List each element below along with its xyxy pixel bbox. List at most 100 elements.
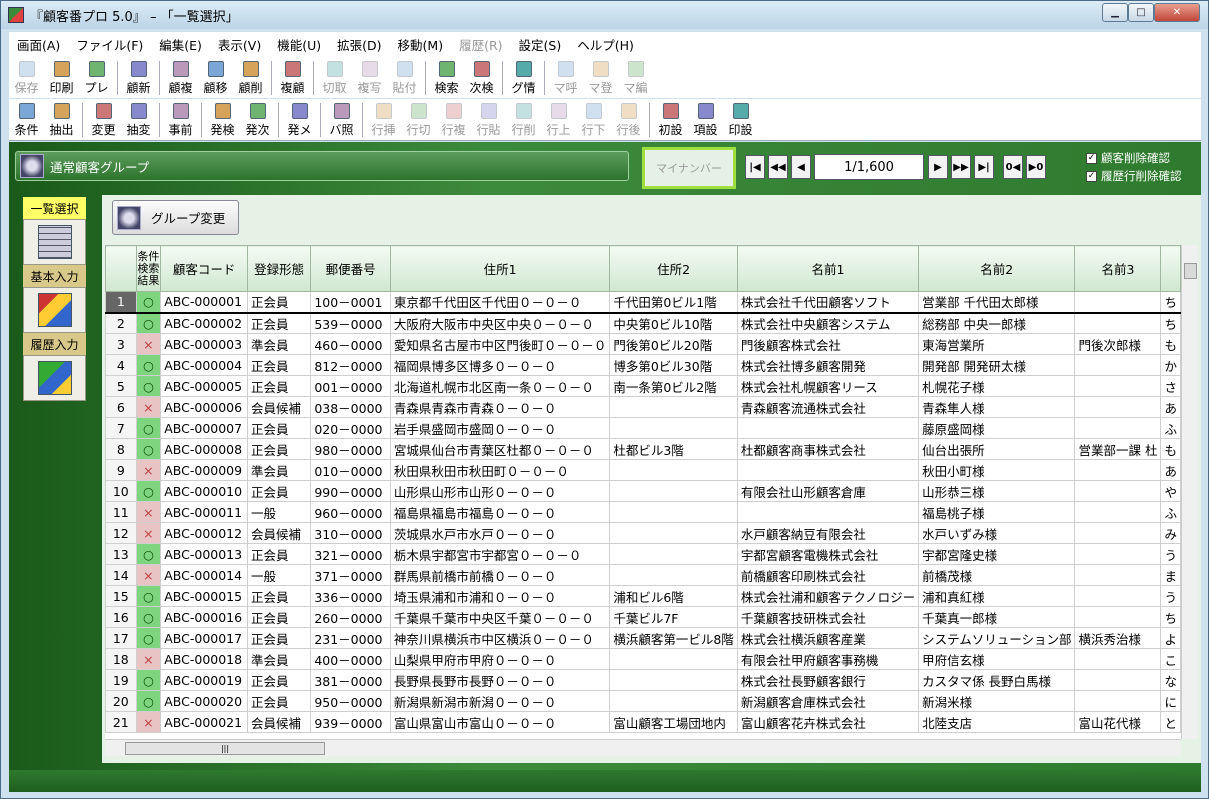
- jump-start-button[interactable]: 0◀: [1003, 155, 1023, 179]
- toolbar-button-toolbar1-16[interactable]: 検索: [429, 58, 464, 98]
- table-row[interactable]: 6 × ABC-000006 会員候補 038－0000 青森県青森市青森０－０－０ 青森顧…: [105, 396, 1181, 418]
- toolbar-button-toolbar2-11[interactable]: 発メ: [282, 100, 317, 140]
- basic-input-button[interactable]: [23, 287, 86, 333]
- toolbar-button-toolbar2-22[interactable]: 行後: [611, 100, 646, 140]
- menu-item-1[interactable]: ファイル(F): [68, 35, 151, 54]
- customer-delete-confirm-checkbox[interactable]: ✓ 顧客削除確認: [1086, 150, 1170, 166]
- column-header[interactable]: 条件 検索 結果: [135, 245, 162, 292]
- toolbar-button-toolbar1-10[interactable]: 複顧: [275, 58, 310, 98]
- toolbar-button-toolbar1-6[interactable]: 顧複: [163, 58, 198, 98]
- toolbar-button-toolbar2-24[interactable]: 初設: [653, 100, 688, 140]
- column-header[interactable]: 住所1: [389, 245, 611, 292]
- table-row[interactable]: 10 ○ ABC-000010 正会員 990－0000 山形県山形市山形０－０－０ 有限会…: [105, 480, 1181, 502]
- table-row[interactable]: 16 ○ ABC-000016 正会員 260－0000 千葉県千葉市中央区千葉０－０－０…: [105, 606, 1181, 628]
- menu-item-9[interactable]: ヘルプ(H): [569, 35, 642, 54]
- list-select-button[interactable]: [23, 219, 86, 265]
- table-row[interactable]: 2 ○ ABC-000002 正会員 539－0000 大阪府大阪市中央区中央０－０－０ 中…: [105, 312, 1181, 334]
- table-row[interactable]: 15 ○ ABC-000015 正会員 336－0000 埼玉県浦和市浦和０－０－０ 浦和ビ…: [105, 585, 1181, 607]
- toolbar-button-toolbar2-13[interactable]: バ照: [324, 100, 359, 140]
- column-header[interactable]: [105, 245, 137, 292]
- menu-item-0[interactable]: 画面(A): [9, 35, 68, 54]
- menu-item-8[interactable]: 設定(S): [511, 35, 570, 54]
- toolbar-button-toolbar1-12[interactable]: 切取: [317, 58, 352, 98]
- toolbar-button-toolbar1-1[interactable]: 印刷: [44, 58, 79, 98]
- table-row[interactable]: 11 × ABC-000011 一般 960－0000 福島県福島市福島０－０－０ 福島桃子…: [105, 501, 1181, 523]
- column-header[interactable]: 郵便番号: [310, 245, 391, 292]
- table-row[interactable]: 9 × ABC-000009 準会員 010－0000 秋田県秋田市秋田町０－０－０ 秋田小…: [105, 459, 1181, 481]
- menu-item-7[interactable]: 履歴(R): [451, 35, 510, 54]
- menu-item-2[interactable]: 編集(E): [151, 35, 210, 54]
- table-row[interactable]: 20 ○ ABC-000020 正会員 950－0000 新潟県新潟市新潟０－０－０ 新潟顧…: [105, 690, 1181, 712]
- toolbar-button-toolbar1-13[interactable]: 複写: [352, 58, 387, 98]
- column-header[interactable]: [1160, 245, 1181, 292]
- toolbar-button-toolbar2-1[interactable]: 抽出: [44, 100, 79, 140]
- menu-item-5[interactable]: 拡張(D): [329, 35, 389, 54]
- toolbar-button-toolbar2-26[interactable]: 印設: [723, 100, 758, 140]
- last-record-button[interactable]: ▶|: [974, 155, 994, 179]
- table-row[interactable]: 5 ○ ABC-000005 正会員 001－0000 北海道札幌市北区南一条０－０－０ 南…: [105, 375, 1181, 397]
- toolbar-button-toolbar2-8[interactable]: 発検: [205, 100, 240, 140]
- column-header[interactable]: 名前1: [736, 245, 920, 292]
- toolbar-button-toolbar2-9[interactable]: 発次: [240, 100, 275, 140]
- toolbar-button-toolbar1-23[interactable]: マ編: [618, 58, 653, 98]
- next-record-button[interactable]: ▶: [928, 155, 948, 179]
- toolbar-button-toolbar2-17[interactable]: 行複: [436, 100, 471, 140]
- table-row[interactable]: 12 × ABC-000012 会員候補 310－0000 茨城県水戸市水戸０－０－０ 水戸…: [105, 522, 1181, 544]
- toolbar-button-toolbar1-14[interactable]: 貼付: [387, 58, 422, 98]
- menu-item-6[interactable]: 移動(M): [390, 35, 452, 54]
- column-header[interactable]: 名前2: [918, 245, 1076, 292]
- toolbar-button-toolbar1-21[interactable]: マ呼: [548, 58, 583, 98]
- history-input-button[interactable]: [23, 355, 86, 401]
- toolbar-button-toolbar1-17[interactable]: 次検: [464, 58, 499, 98]
- maximize-button[interactable]: □: [1128, 3, 1154, 22]
- table-row[interactable]: 1 ○ ABC-000001 正会員 100－0001 東京都千代田区千代田０－０－０ 千代…: [105, 291, 1181, 314]
- toolbar-button-toolbar2-3[interactable]: 変更: [86, 100, 121, 140]
- table-row[interactable]: 19 ○ ABC-000019 正会員 381－0000 長野県長野市長野０－０－０ 株式会…: [105, 669, 1181, 691]
- group-change-button[interactable]: グループ変更: [112, 200, 239, 235]
- scroll-thumb[interactable]: |||: [125, 742, 325, 755]
- toolbar-button-toolbar1-19[interactable]: グ情: [506, 58, 541, 98]
- table-row[interactable]: 21 × ABC-000021 会員候補 939－0000 富山県富山市富山０－０－０ 富山…: [105, 711, 1181, 733]
- table-row[interactable]: 3 × ABC-000003 準会員 460－0000 愛知県名古屋市中区門後町０－０－０…: [105, 333, 1181, 355]
- toolbar-button-toolbar2-15[interactable]: 行挿: [366, 100, 401, 140]
- column-header[interactable]: 名前3: [1074, 245, 1162, 292]
- prev-page-button[interactable]: ◀◀: [768, 155, 788, 179]
- table-row[interactable]: 18 × ABC-000018 準会員 400－0000 山梨県甲府市甲府０－０－０ 有限会…: [105, 648, 1181, 670]
- table-row[interactable]: 8 ○ ABC-000008 正会員 980－0000 宮城県仙台市青葉区杜都０－０－０ 杜…: [105, 438, 1181, 460]
- toolbar-button-toolbar2-4[interactable]: 抽変: [121, 100, 156, 140]
- toolbar-button-toolbar1-4[interactable]: 顧新: [121, 58, 156, 98]
- next-page-button[interactable]: ▶▶: [951, 155, 971, 179]
- vertical-scrollbar[interactable]: [1181, 245, 1198, 739]
- toolbar-button-toolbar2-16[interactable]: 行切: [401, 100, 436, 140]
- toolbar-button-toolbar1-2[interactable]: プレ: [79, 58, 114, 98]
- table-row[interactable]: 14 × ABC-000014 一般 371－0000 群馬県前橋市前橋０－０－０ 前橋顧客…: [105, 564, 1181, 586]
- column-header[interactable]: 住所2: [609, 245, 738, 292]
- toolbar-button-toolbar1-22[interactable]: マ登: [583, 58, 618, 98]
- tab-basic-input[interactable]: 基本入力: [23, 265, 86, 287]
- toolbar-button-toolbar2-18[interactable]: 行貼: [471, 100, 506, 140]
- close-button[interactable]: ✕: [1154, 3, 1200, 22]
- prev-record-button[interactable]: ◀: [791, 155, 811, 179]
- table-row[interactable]: 4 ○ ABC-000004 正会員 812－0000 福岡県博多区博多０－０－０ 博多第0…: [105, 354, 1181, 376]
- table-row[interactable]: 7 ○ ABC-000007 正会員 020－0000 岩手県盛岡市盛岡０－０－０ 藤原盛岡…: [105, 417, 1181, 439]
- toolbar-button-toolbar2-20[interactable]: 行上: [541, 100, 576, 140]
- minimize-button[interactable]: ▁: [1102, 3, 1128, 22]
- column-header[interactable]: 顧客コード: [160, 245, 249, 292]
- tab-list-select[interactable]: 一覧選択: [23, 197, 86, 219]
- tab-history-input[interactable]: 履歴入力: [23, 333, 86, 355]
- menu-item-4[interactable]: 機能(U): [269, 35, 329, 54]
- table-row[interactable]: 17 ○ ABC-000017 正会員 231－0000 神奈川県横浜市中区横浜０－０－０…: [105, 627, 1181, 649]
- column-header[interactable]: 登録形態: [247, 245, 312, 292]
- toolbar-button-toolbar1-8[interactable]: 顧削: [233, 58, 268, 98]
- scroll-thumb[interactable]: [1184, 263, 1197, 279]
- history-delete-confirm-checkbox[interactable]: ✓ 履歴行削除確認: [1086, 168, 1182, 184]
- table-row[interactable]: 13 ○ ABC-000013 正会員 321－0000 栃木県宇都宮市宇都宮０－０－０ 宇…: [105, 543, 1181, 565]
- toolbar-button-toolbar2-21[interactable]: 行下: [576, 100, 611, 140]
- toolbar-button-toolbar1-7[interactable]: 顧移: [198, 58, 233, 98]
- mynumber-button[interactable]: マイナンバー: [642, 147, 736, 189]
- menu-item-3[interactable]: 表示(V): [210, 35, 269, 54]
- horizontal-scrollbar[interactable]: |||: [105, 739, 1181, 756]
- jump-end-button[interactable]: ▶0: [1026, 155, 1046, 179]
- toolbar-button-toolbar1-0[interactable]: 保存: [9, 58, 44, 98]
- toolbar-button-toolbar2-6[interactable]: 事前: [163, 100, 198, 140]
